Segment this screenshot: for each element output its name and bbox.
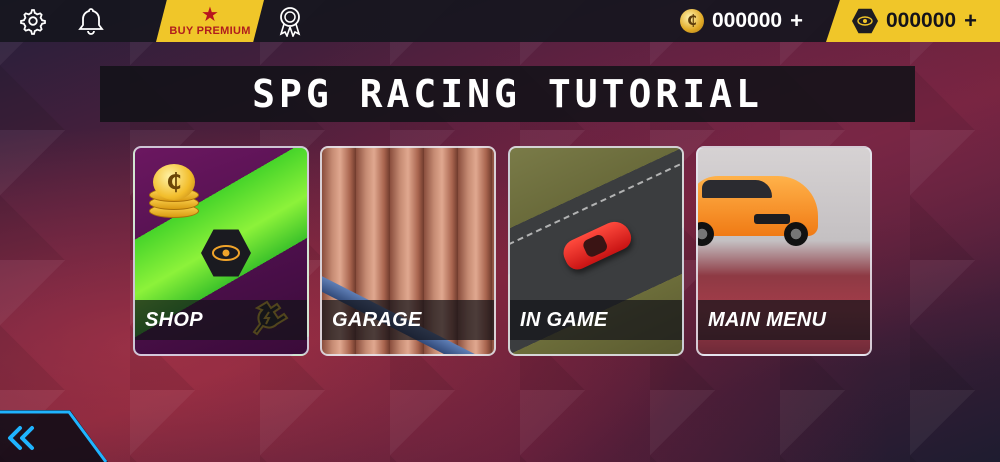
coin-stack-icon: ₵ bbox=[149, 164, 199, 220]
add-coins-button[interactable]: + bbox=[790, 8, 803, 34]
red-car-image bbox=[558, 216, 636, 274]
main-menu-label: MAIN MENU bbox=[708, 308, 827, 331]
settings-button[interactable] bbox=[16, 5, 48, 37]
achievements-button[interactable] bbox=[274, 5, 306, 37]
in-game-label-band: IN GAME bbox=[510, 300, 682, 340]
gear-icon bbox=[20, 9, 46, 35]
top-bar: ★ BUY PREMIUM ₵ 000000 + 000000 + bbox=[0, 0, 1000, 42]
gems-counter[interactable]: 000000 + bbox=[826, 0, 1000, 42]
hex-token-icon bbox=[852, 8, 878, 34]
back-button[interactable] bbox=[0, 408, 110, 462]
coin-icon: ₵ bbox=[680, 9, 704, 33]
add-gems-button[interactable]: + bbox=[964, 8, 977, 34]
hex-token-icon bbox=[201, 229, 251, 277]
orange-car-image bbox=[698, 176, 818, 246]
main-menu-card[interactable]: MAIN MENU bbox=[696, 146, 872, 356]
shop-card[interactable]: ₵ SHOP bbox=[133, 146, 309, 356]
coins-counter[interactable]: ₵ 000000 + bbox=[680, 6, 803, 36]
buy-premium-label: BUY PREMIUM bbox=[169, 25, 251, 37]
shop-label-band: SHOP bbox=[135, 300, 307, 340]
buy-premium-button[interactable]: ★ BUY PREMIUM bbox=[156, 0, 264, 42]
star-icon: ★ bbox=[201, 2, 219, 26]
bell-icon bbox=[78, 8, 104, 35]
garage-card[interactable]: GARAGE bbox=[320, 146, 496, 356]
shop-label: SHOP bbox=[145, 308, 203, 331]
main-menu-label-band: MAIN MENU bbox=[698, 300, 870, 340]
notifications-button[interactable] bbox=[75, 5, 107, 37]
title-banner: SPG RACING TUTORIAL bbox=[100, 66, 915, 122]
in-game-label: IN GAME bbox=[520, 308, 608, 331]
garage-label-band: GARAGE bbox=[322, 300, 494, 340]
gems-value: 000000 bbox=[886, 9, 957, 32]
coins-value: 000000 bbox=[712, 9, 783, 32]
page-title: SPG RACING TUTORIAL bbox=[252, 72, 763, 116]
badge-icon bbox=[279, 7, 301, 37]
garage-label: GARAGE bbox=[332, 308, 422, 331]
in-game-card[interactable]: IN GAME bbox=[508, 146, 684, 356]
